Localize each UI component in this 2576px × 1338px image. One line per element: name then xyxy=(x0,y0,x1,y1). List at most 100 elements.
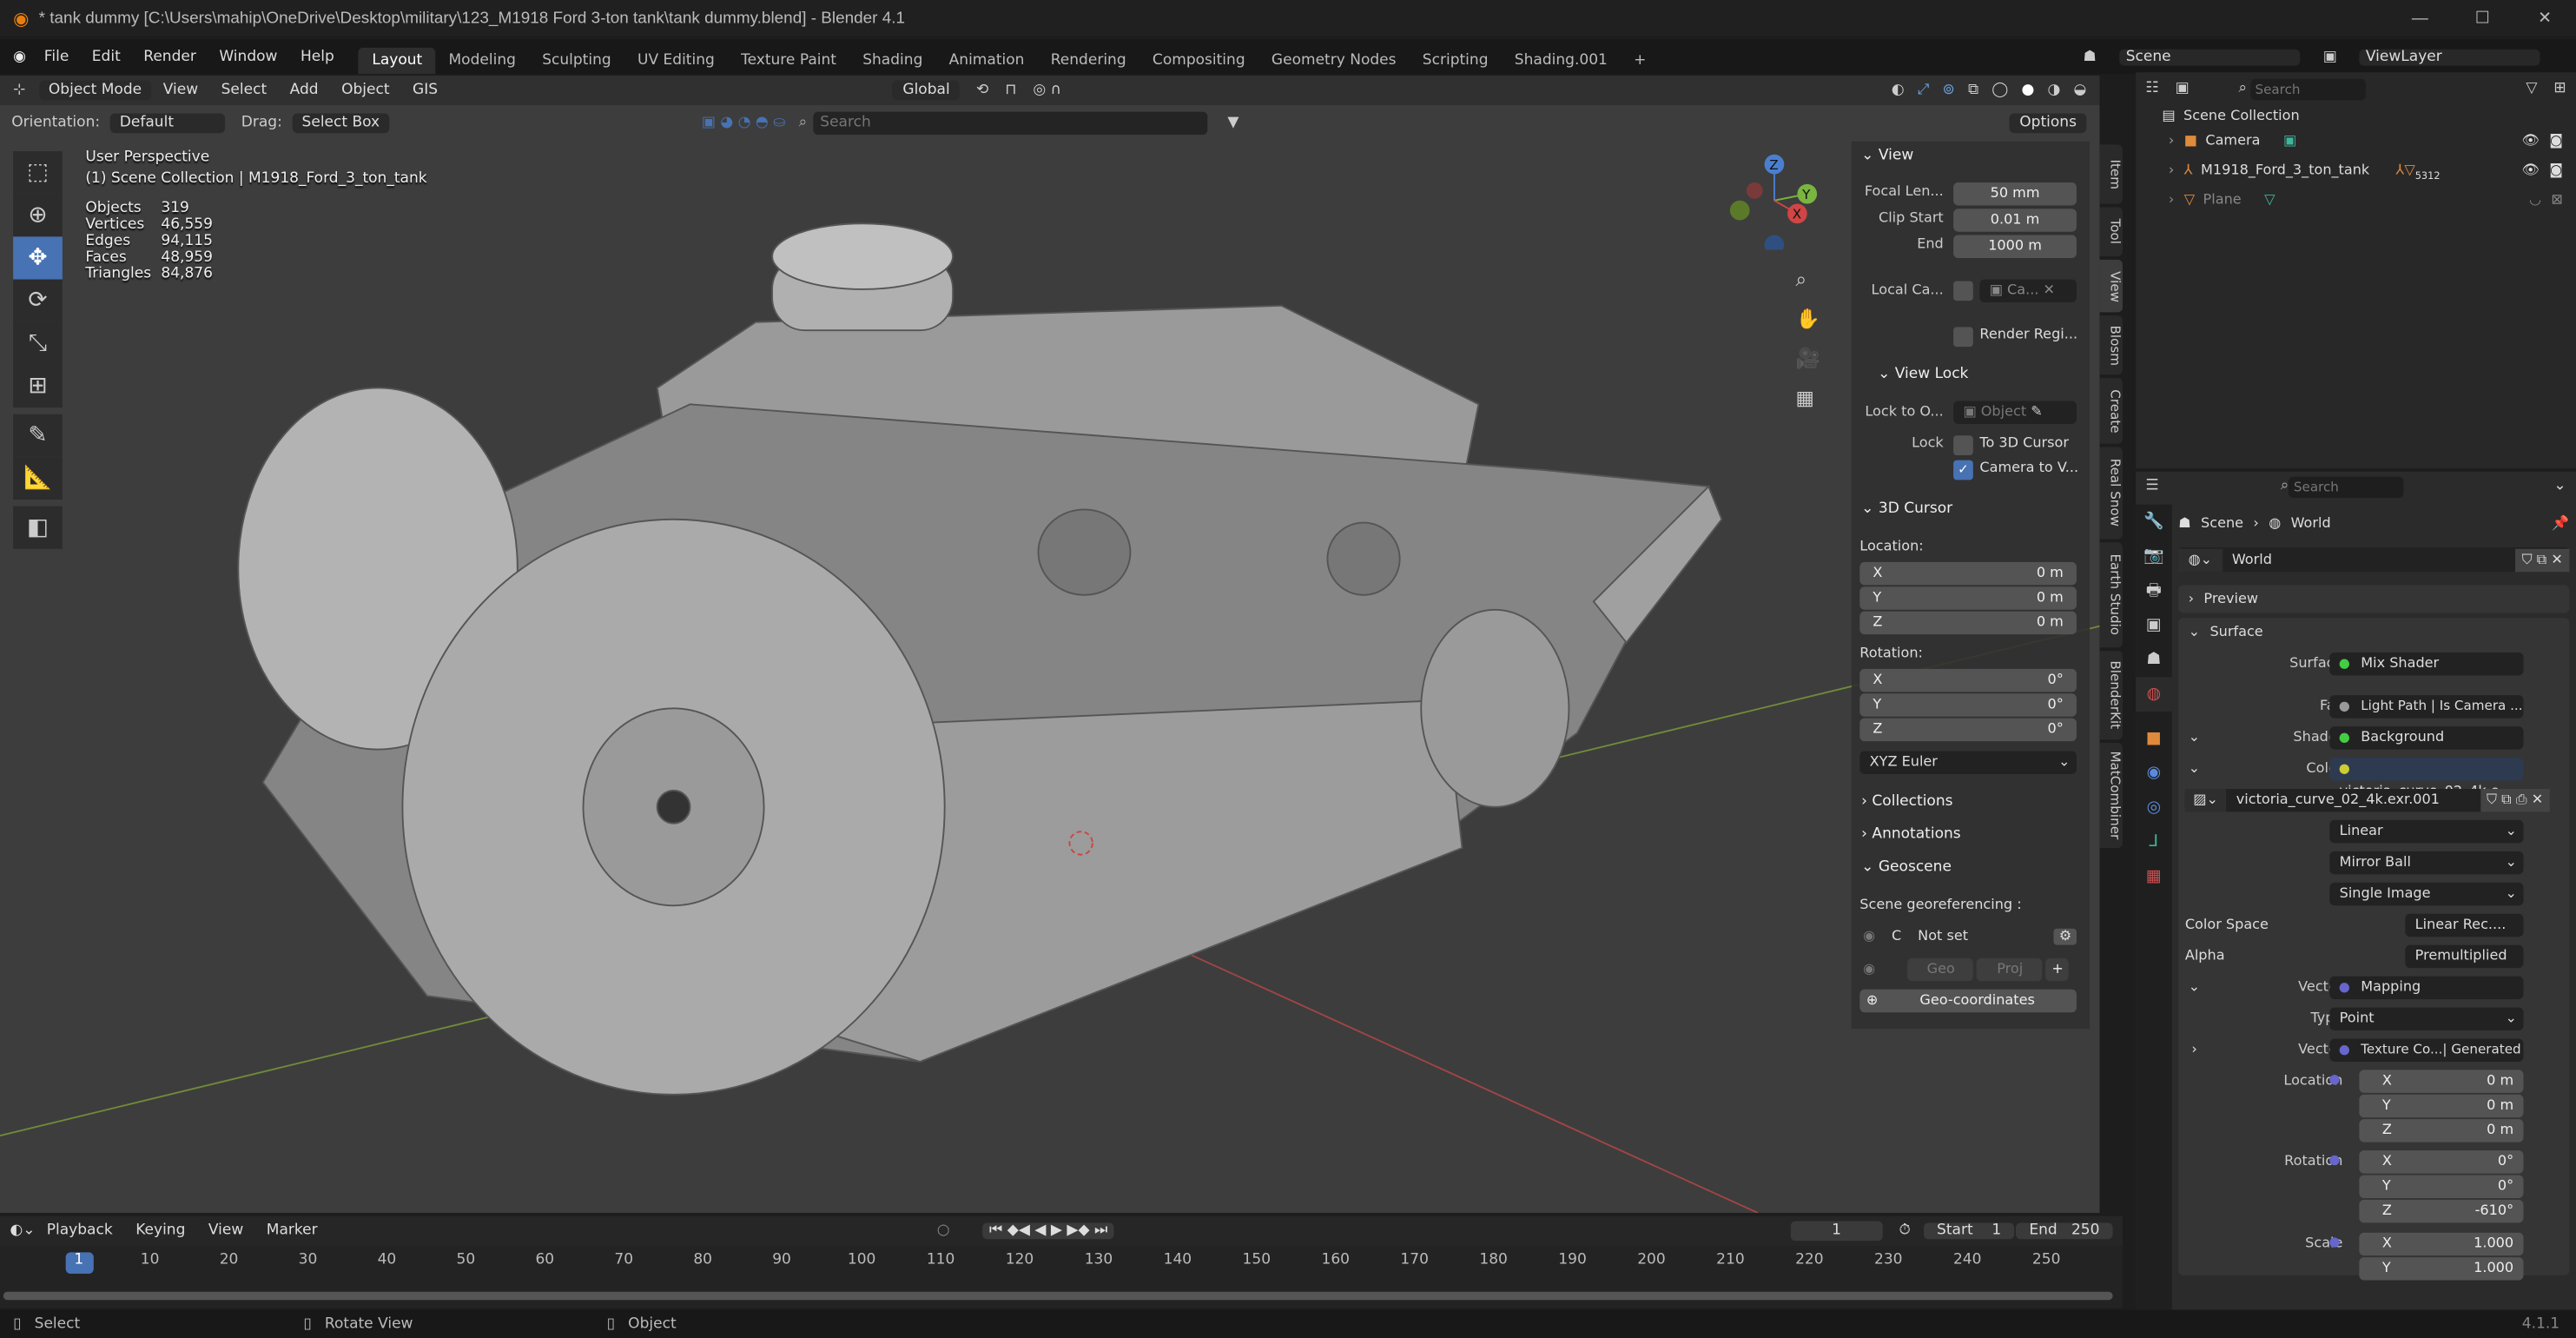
cursor-rotation-x[interactable]: X 0° xyxy=(1859,668,2077,692)
physics-tab-icon[interactable]: ◎ xyxy=(2136,791,2172,825)
add-workspace-button[interactable]: + xyxy=(1621,48,1660,74)
texture-tab-icon[interactable]: ▦ xyxy=(2136,859,2172,894)
visibility-eye-icon[interactable]: 👁 xyxy=(2522,129,2540,154)
drag-dropdown[interactable]: Select Box xyxy=(292,112,390,133)
tab-uv-editing[interactable]: UV Editing xyxy=(624,48,728,74)
tab-texture-paint[interactable]: Texture Paint xyxy=(728,48,849,74)
radio-icon[interactable]: ◉ xyxy=(1863,929,1875,945)
maximize-button[interactable]: ☐ xyxy=(2451,9,2513,27)
vector2-node-field[interactable]: Texture Co...| Generated xyxy=(2329,1038,2524,1062)
mapping-location-x[interactable]: X0 m xyxy=(2359,1070,2524,1093)
clock-icon[interactable]: ⏱ xyxy=(1899,1222,1910,1239)
projection-dropdown[interactable]: Mirror Ball ⌄ xyxy=(2329,851,2524,875)
render-camera-icon[interactable]: ◙ xyxy=(2549,129,2563,154)
fac-node-field[interactable]: Light Path | Is Camera ... xyxy=(2329,695,2524,719)
view-layer-tab-icon[interactable]: ▣ xyxy=(2136,608,2172,643)
chevron-down-icon[interactable]: ⌄ xyxy=(2553,478,2566,494)
editor-type-icon[interactable]: ⊹ xyxy=(13,83,25,99)
editor-type-icon[interactable]: ◐⌄ xyxy=(10,1222,35,1239)
outliner-item-plane[interactable]: › ▽ Plane ▽ ◡ ⊠ xyxy=(2162,189,2576,214)
local-camera-field[interactable]: ▣ Ca... ✕ xyxy=(1979,279,2077,303)
socket-icon[interactable] xyxy=(2329,1235,2351,1251)
render-camera-icon[interactable]: ◙ xyxy=(2549,159,2563,183)
timeline-menu-keying[interactable]: Keying xyxy=(124,1222,197,1239)
lock-object-field[interactable]: ▣ Object ✎ xyxy=(1953,401,2077,425)
menu-file[interactable]: File xyxy=(33,49,81,65)
solid-shading-icon[interactable]: ● xyxy=(2021,83,2034,99)
expand-chevron-icon[interactable]: › xyxy=(2169,189,2174,214)
timeline-menu-playback[interactable]: Playback xyxy=(35,1222,123,1239)
expand-chevron-icon[interactable]: › xyxy=(2169,159,2174,183)
mapping-scale-y[interactable]: Y 1.000 xyxy=(2359,1257,2524,1281)
viewport-menu-view[interactable]: View xyxy=(152,83,210,99)
cursor-location-x[interactable]: X0 m xyxy=(1859,561,2077,586)
camera-view-icon[interactable]: 🎥 xyxy=(1796,339,1820,378)
close-button[interactable]: ✕ xyxy=(2513,9,2576,27)
annotations-header[interactable]: › Annotations xyxy=(1861,826,1960,843)
visibility-eye-icon[interactable]: 👁 xyxy=(2522,159,2540,183)
editor-type-icon[interactable]: ☰ xyxy=(2145,478,2158,494)
viewport-menu-select[interactable]: Select xyxy=(209,83,278,99)
proj-button[interactable]: Proj xyxy=(1977,957,2044,982)
render-region-checkbox[interactable] xyxy=(1953,327,1973,348)
rotate-tool-icon[interactable]: ⟳ xyxy=(13,279,63,322)
tool-tab-icon[interactable]: 🔧 xyxy=(2136,505,2172,540)
options-dropdown[interactable]: Options xyxy=(2009,112,2087,133)
eyedropper-icon[interactable]: ✎ xyxy=(2031,404,2042,421)
playback-controls[interactable]: ⏮ ◆◀ ◀ ▶ ▶◆ ⏭ xyxy=(982,1222,1114,1240)
end-frame-field[interactable]: End 250 xyxy=(2016,1222,2113,1240)
surface-node-field[interactable]: Mix Shader xyxy=(2329,652,2524,676)
wireframe-shading-icon[interactable]: ◯ xyxy=(1991,83,2008,99)
rotation-mode-dropdown[interactable]: XYZ Euler ⌄ xyxy=(1859,751,2077,774)
move-tool-icon[interactable]: ✥ xyxy=(13,236,63,280)
cursor-tool-icon[interactable]: ⊕ xyxy=(13,194,63,237)
constraints-tab-icon[interactable]: ⅃ xyxy=(2136,825,2172,860)
add-cube-tool-icon[interactable]: ◧ xyxy=(13,506,63,549)
tab-shading-001[interactable]: Shading.001 xyxy=(1502,48,1621,74)
hidden-eye-icon[interactable]: ◡ xyxy=(2529,189,2541,214)
cursor-rotation-z[interactable]: Z 0° xyxy=(1859,718,2077,742)
mapping-rotation-y[interactable]: Y 0° xyxy=(2359,1175,2524,1198)
add-proj-button[interactable]: + xyxy=(2045,957,2070,982)
shader-node-field[interactable]: Background xyxy=(2329,726,2524,750)
menu-edit[interactable]: Edit xyxy=(81,49,132,65)
preview-panel-header[interactable]: › Preview xyxy=(2178,585,2570,613)
radio-icon[interactable]: ◉ xyxy=(1863,962,1875,978)
mapping-scale-x[interactable]: X 1.000 xyxy=(2359,1232,2524,1256)
gizmo-toggle-icon[interactable]: ⤢ xyxy=(1918,83,1930,99)
geoscene-header[interactable]: ⌄ Geoscene xyxy=(1861,859,1952,876)
visibility-icon[interactable]: ◐ xyxy=(1892,83,1905,99)
mapping-location-z[interactable]: Z0 m xyxy=(2359,1119,2524,1143)
menu-render[interactable]: Render xyxy=(132,49,208,65)
tab-compositing[interactable]: Compositing xyxy=(1139,48,1258,74)
pan-hand-icon[interactable]: ✋ xyxy=(1796,299,1820,338)
mapping-rotation-x[interactable]: X 0° xyxy=(2359,1150,2524,1174)
timeline-scrollbar[interactable] xyxy=(3,1291,2113,1301)
fake-user-icon[interactable]: ⛉ ⧉ ✕ xyxy=(2515,547,2570,572)
alpha-dropdown[interactable]: Premultiplied⌄ xyxy=(2405,944,2524,988)
zoom-icon[interactable]: ⌕ xyxy=(1796,260,1820,299)
timeline-menu-marker[interactable]: Marker xyxy=(255,1222,329,1239)
mapping-rotation-z[interactable]: Z -610° xyxy=(2359,1199,2524,1223)
object-tab-icon[interactable]: ■ xyxy=(2136,721,2172,756)
properties-search-input[interactable] xyxy=(2289,475,2404,498)
annotate-tool-icon[interactable]: ✎ xyxy=(13,414,63,457)
filter-icon[interactable]: ▼ xyxy=(1227,114,1238,130)
tab-geometry-nodes[interactable]: Geometry Nodes xyxy=(1258,48,1410,74)
surface-panel-header[interactable]: ⌄ Surface xyxy=(2178,618,2569,647)
select-box-tool-icon[interactable]: ⬚ xyxy=(13,151,63,195)
pivot-icon[interactable]: ⟲ xyxy=(976,83,988,99)
output-tab-icon[interactable]: 🖶 xyxy=(2136,573,2172,608)
view-lock-header[interactable]: ⌄ View Lock xyxy=(1878,367,1968,383)
tab-modeling[interactable]: Modeling xyxy=(435,48,529,74)
view-layer-field[interactable]: ViewLayer xyxy=(2359,48,2540,65)
camera-to-view-checkbox[interactable]: ✓ xyxy=(1953,460,1973,480)
minimize-button[interactable]: — xyxy=(2388,9,2451,27)
viewport-menu-object[interactable]: Object xyxy=(330,83,401,99)
viewport-menu-add[interactable]: Add xyxy=(278,83,329,99)
timeline-menu-view[interactable]: View xyxy=(197,1222,255,1239)
collections-header[interactable]: › Collections xyxy=(1861,794,1952,811)
clip-end-field[interactable]: 1000 m xyxy=(1953,235,2077,258)
mapping-location-y[interactable]: Y0 m xyxy=(2359,1094,2524,1118)
outliner-search-input[interactable] xyxy=(2249,77,2366,100)
